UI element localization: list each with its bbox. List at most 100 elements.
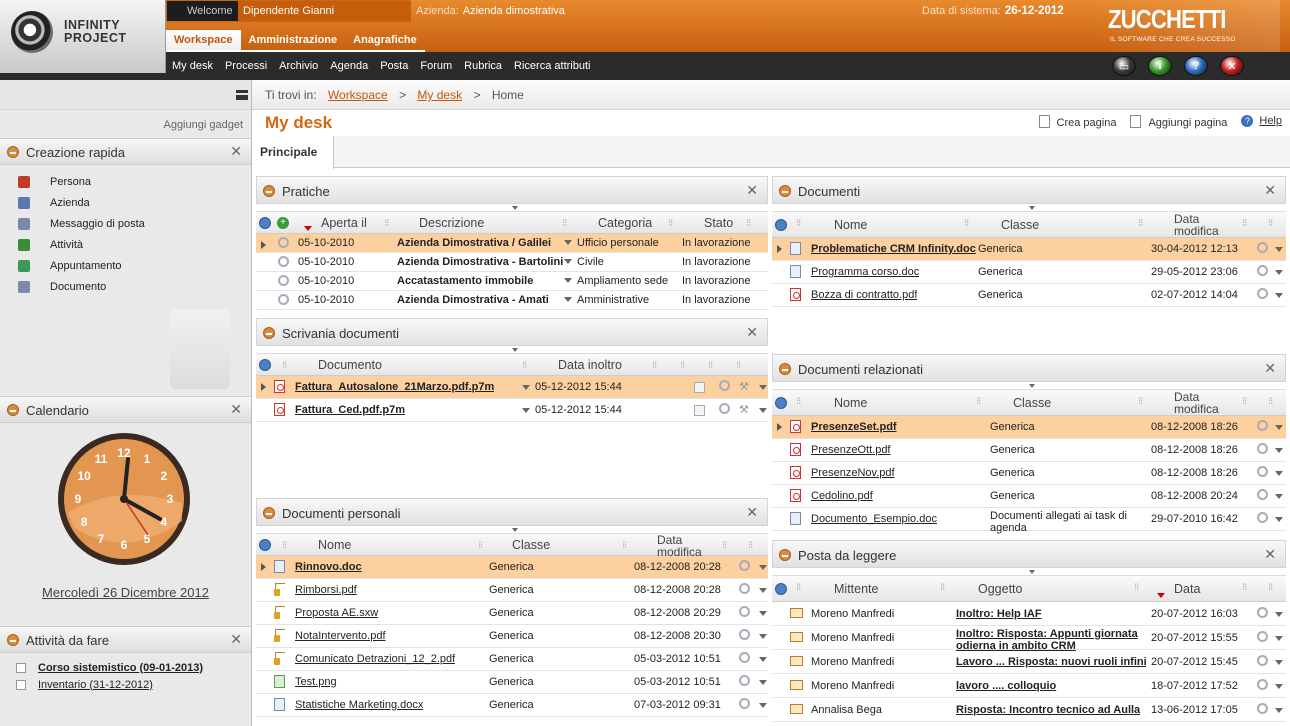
column-resize-grip[interactable]: ⁝⁝	[1242, 582, 1247, 593]
close-icon[interactable]: ✕	[1264, 360, 1276, 377]
row-checkbox[interactable]	[694, 382, 705, 393]
column-resize-grip[interactable]: ⁝⁝	[748, 540, 753, 551]
collapse-panel-icon[interactable]	[779, 549, 791, 561]
wrench-icon[interactable]: ⚒	[739, 403, 751, 415]
table-row[interactable]: Problematiche CRM Infinity.doc Generica 30…	[772, 238, 1286, 261]
document-link[interactable]: Rinnovo.doc	[295, 561, 362, 573]
mail-subject-link[interactable]: Lavoro ... Risposta: nuovi ruoli infinit…	[956, 656, 1146, 668]
mail-subject-link[interactable]: Inoltro: Risposta: Appunti giornata odie…	[956, 628, 1146, 652]
search-icon[interactable]	[1257, 466, 1268, 477]
search-icon[interactable]	[1257, 242, 1268, 253]
table-row[interactable]: Fattura_Ced.pdf.p7m 05-12-2012 15:44 ⚒	[256, 399, 768, 422]
search-icon[interactable]	[739, 583, 750, 594]
search-icon[interactable]	[739, 652, 750, 663]
column-header-descrizione[interactable]: Descrizione	[419, 216, 484, 230]
infinity-logo[interactable]: INFINITY PROJECT	[0, 0, 166, 73]
table-row[interactable]: 05-10-2010 Azienda Dimostrativa - Amati Am…	[256, 291, 768, 310]
refresh-icon[interactable]	[259, 539, 271, 551]
dropdown-icon[interactable]	[564, 278, 572, 283]
document-link[interactable]: PresenzeOtt.pdf	[811, 444, 891, 456]
column-resize-grip[interactable]: ⁝⁝	[1138, 218, 1143, 229]
todo-checkbox[interactable]	[16, 679, 26, 690]
close-icon[interactable]: ✕	[1264, 182, 1276, 199]
table-row[interactable]: PresenzeSet.pdf Generica 08-12-2008 18:26	[772, 416, 1286, 439]
aggiungi-pagina-button[interactable]: Aggiungi pagina	[1130, 115, 1227, 129]
search-icon[interactable]	[739, 698, 750, 709]
search-icon[interactable]	[1257, 420, 1268, 431]
document-link[interactable]: PresenzeNov.pdf	[811, 467, 895, 479]
close-icon[interactable]: ✕	[230, 631, 242, 648]
panel-resize-handle[interactable]	[772, 204, 1286, 212]
nav-forum[interactable]: Forum	[414, 52, 458, 80]
dropdown-icon[interactable]	[759, 680, 767, 685]
column-header-documento[interactable]: Documento	[318, 358, 382, 372]
dropdown-icon[interactable]	[1275, 684, 1283, 689]
dropdown-icon[interactable]	[759, 611, 767, 616]
collapse-panel-icon[interactable]	[263, 507, 275, 519]
column-header-classe[interactable]: Classe	[1001, 218, 1039, 232]
document-link[interactable]: Fattura_Ced.pdf.p7m	[295, 404, 405, 416]
search-icon[interactable]	[1257, 443, 1268, 454]
column-header-aperta[interactable]: Aperta il	[321, 216, 367, 230]
table-row[interactable]: Moreno Manfredi lavoro .... colloquio 18-0…	[772, 674, 1286, 698]
document-link[interactable]: Statistiche Marketing.docx	[295, 699, 423, 711]
search-icon[interactable]	[278, 256, 289, 267]
document-link[interactable]: Problematiche CRM Infinity.doc	[811, 243, 976, 255]
breadcrumb-my-desk[interactable]: My desk	[417, 88, 462, 102]
refresh-icon[interactable]	[775, 583, 787, 595]
breadcrumb-workspace[interactable]: Workspace	[328, 88, 388, 102]
help-icon[interactable]: ?	[1184, 56, 1208, 76]
dropdown-icon[interactable]	[1275, 247, 1283, 252]
table-row[interactable]: Programma corso.doc Generica 29-05-2012 23…	[772, 261, 1286, 284]
table-row[interactable]: Test.png Generica 05-03-2012 10:51	[256, 671, 768, 694]
tab-amministrazione[interactable]: Amministrazione	[240, 30, 346, 52]
search-icon[interactable]	[1257, 265, 1268, 276]
table-row[interactable]: Comunicato Detrazioni_12_2.pdf Generica 05…	[256, 648, 768, 671]
nav-processi[interactable]: Processi	[219, 52, 273, 80]
dropdown-icon[interactable]	[759, 385, 767, 390]
close-icon[interactable]: ✕	[230, 401, 242, 418]
nav-rubrica[interactable]: Rubrica	[458, 52, 508, 80]
logout-icon[interactable]: ✕	[1220, 56, 1244, 76]
document-link[interactable]: NotaIntervento.pdf	[295, 630, 386, 642]
search-icon[interactable]	[278, 275, 289, 286]
table-row[interactable]: Moreno Manfredi Inoltro: Risposta: Appunt…	[772, 626, 1286, 652]
column-resize-grip[interactable]: ⁝⁝	[722, 540, 727, 551]
column-resize-grip[interactable]: ⁝⁝	[796, 396, 801, 407]
column-resize-grip[interactable]: ⁝⁝	[622, 540, 627, 551]
document-link[interactable]: Comunicato Detrazioni_12_2.pdf	[295, 653, 455, 665]
mail-subject-link[interactable]: Risposta: Incontro tecnico ad Aulla	[956, 704, 1146, 716]
aggiungi-gadget-link[interactable]: Aggiungi gadget	[163, 119, 243, 131]
column-resize-grip[interactable]: ⁝⁝	[1268, 218, 1273, 229]
table-row[interactable]: PresenzeNov.pdf Generica 08-12-2008 18:26	[772, 462, 1286, 485]
column-resize-grip[interactable]: ⁝⁝	[708, 360, 713, 371]
search-icon[interactable]	[739, 629, 750, 640]
dropdown-icon[interactable]	[1275, 517, 1283, 522]
column-resize-grip[interactable]: ⁝⁝	[384, 218, 389, 229]
collapse-sidebar-icon[interactable]	[236, 90, 248, 100]
dropdown-icon[interactable]	[1275, 293, 1283, 298]
search-icon[interactable]	[278, 237, 289, 248]
tab-anagrafiche[interactable]: Anagrafiche	[345, 30, 425, 52]
dropdown-icon[interactable]	[759, 703, 767, 708]
column-resize-grip[interactable]: ⁝⁝	[478, 540, 483, 551]
search-icon[interactable]	[278, 294, 289, 305]
document-link[interactable]: Bozza di contratto.pdf	[811, 289, 917, 301]
column-resize-grip[interactable]: ⁝⁝	[562, 218, 567, 229]
column-header-nome[interactable]: Nome	[834, 218, 867, 232]
quick-create-messaggio-di-posta[interactable]: Messaggio di posta	[18, 213, 251, 234]
search-icon[interactable]	[1257, 288, 1268, 299]
column-resize-grip[interactable]: ⁝⁝	[522, 360, 527, 371]
column-header-mittente[interactable]: Mittente	[834, 582, 878, 596]
table-row[interactable]: Cedolino.pdf Generica 08-12-2008 20:24	[772, 485, 1286, 508]
refresh-icon[interactable]	[259, 217, 271, 229]
nav-my-desk[interactable]: My desk	[166, 52, 219, 80]
close-icon[interactable]: ✕	[746, 182, 758, 199]
table-row[interactable]: Statistiche Marketing.docx Generica 07-03-…	[256, 694, 768, 717]
table-row[interactable]: PresenzeOtt.pdf Generica 08-12-2008 18:26	[772, 439, 1286, 462]
column-header-data-modifica[interactable]: Data modifica	[1174, 391, 1219, 415]
document-link[interactable]: Documento_Esempio.doc	[811, 513, 937, 525]
cell-descrizione[interactable]: Azienda Dimostrativa - Amati	[397, 294, 563, 306]
dropdown-icon[interactable]	[564, 259, 572, 264]
search-icon[interactable]	[1257, 512, 1268, 523]
